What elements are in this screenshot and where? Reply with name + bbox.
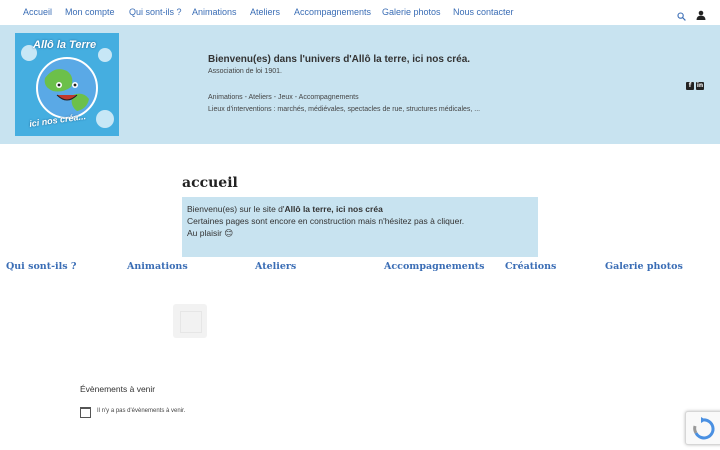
welcome-line-1: Bienvenu(es) sur le site d'Allô la terre… — [187, 204, 383, 214]
category-animations[interactable]: Animations — [127, 261, 188, 272]
category-galerie-photos[interactable]: Galerie photos — [605, 261, 683, 272]
search-icon[interactable] — [677, 8, 686, 21]
top-navigation: Accueil Mon compte Qui sont-ils ? Animat… — [0, 0, 720, 25]
welcome-line-3: Au plaisir 😊 — [187, 228, 234, 238]
nav-galerie-photos[interactable]: Galerie photos — [382, 7, 441, 17]
events-title: Évènements à venir — [80, 384, 156, 394]
welcome-box: Bienvenu(es) sur le site d'Allô la terre… — [182, 197, 538, 257]
nav-qui-sont-ils[interactable]: Qui sont-ils ? — [129, 7, 182, 17]
facebook-icon[interactable]: f — [686, 82, 694, 90]
nav-mon-compte[interactable]: Mon compte — [65, 7, 115, 17]
welcome-prefix: Bienvenu(es) sur le site d' — [187, 204, 285, 214]
main-content: accueil Bienvenu(es) sur le site d'Allô … — [0, 144, 720, 450]
nav-animations[interactable]: Animations — [192, 7, 237, 17]
site-title: Bienvenu(es) dans l'univers d'Allô la te… — [208, 54, 471, 65]
locations-line: Lieux d'interventions : marchés, médiéva… — [208, 106, 481, 113]
recaptcha-badge[interactable] — [685, 411, 720, 445]
nav-accueil[interactable]: Accueil — [23, 7, 52, 17]
category-accompagnements[interactable]: Accompagnements — [384, 261, 484, 272]
events-empty-message: Il n'y a pas d'évènements à venir. — [97, 408, 186, 414]
calendar-icon — [80, 407, 91, 418]
welcome-line-2: Certaines pages sont encore en construct… — [187, 216, 465, 226]
image-placeholder — [173, 304, 207, 338]
logo-text-top: Allô la Terre — [33, 39, 97, 51]
page-title: accueil — [182, 175, 238, 191]
welcome-name: Allô la terre, ici nos créa — [284, 204, 383, 214]
linkedin-icon[interactable]: in — [696, 82, 704, 90]
site-subtitle: Association de loi 1901. — [208, 68, 282, 75]
nav-nous-contacter[interactable]: Nous contacter — [453, 7, 514, 17]
site-logo[interactable]: Allô la Terre ici nos créa... — [15, 33, 119, 136]
nav-ateliers[interactable]: Ateliers — [250, 7, 280, 17]
category-qui-sont-ils[interactable]: Qui sont-ils ? — [6, 261, 76, 272]
category-creations[interactable]: Créations — [505, 261, 556, 272]
category-ateliers[interactable]: Ateliers — [255, 261, 296, 272]
header-banner: Allô la Terre ici nos créa... Bienvenu(e… — [0, 25, 720, 144]
user-icon[interactable] — [696, 7, 706, 20]
activities-line: Animations - Ateliers - Jeux - Accompagn… — [208, 94, 359, 101]
nav-accompagnements[interactable]: Accompagnements — [294, 7, 371, 17]
